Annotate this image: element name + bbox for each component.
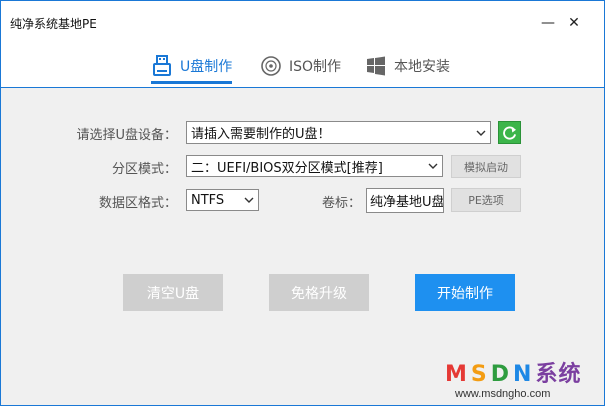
device-select[interactable]: 请插入需要制作的U盘！ (186, 121, 491, 144)
simulate-boot-button[interactable]: 模拟启动 (451, 155, 521, 178)
logo-letter-m: M (445, 362, 471, 387)
volume-label: 卷标： (321, 196, 361, 211)
disc-icon (260, 55, 282, 77)
logo-letter-d: D (490, 362, 514, 387)
pe-options-button[interactable]: PE选项 (451, 188, 521, 212)
usb-icon (151, 55, 173, 77)
chevron-down-icon (424, 156, 442, 176)
chevron-down-icon (240, 190, 258, 210)
upgrade-without-format-button[interactable]: 免格升级 (269, 274, 369, 311)
logo-letter-n: N (513, 362, 536, 387)
tab-local-install[interactable]: 本地安装 (365, 51, 450, 81)
close-button[interactable]: ✕ (564, 13, 584, 33)
clear-usb-button[interactable]: 清空U盘 (123, 274, 223, 311)
tab-usb-make-label: U盘制作 (180, 59, 233, 75)
data-format-value: NTFS (191, 192, 225, 208)
window-title: 纯净系统基地PE (10, 17, 97, 31)
logo-letter-s: S (470, 362, 491, 387)
partition-mode-value: 二：UEFI/BIOS双分区模式[推荐] (191, 160, 383, 176)
refresh-icon (503, 126, 517, 140)
data-format-select[interactable]: NTFS (186, 189, 259, 211)
volume-label-input[interactable]: 纯净基地U盘 (366, 188, 444, 213)
app-window: 纯净系统基地PE — ✕ U盘制作 ISO制作 本地安装 请选择U盘设备： 请插… (0, 0, 605, 406)
tab-iso-make-label: ISO制作 (289, 59, 342, 75)
device-select-value: 请插入需要制作的U盘！ (191, 127, 331, 142)
partition-label: 分区模式： (111, 162, 177, 177)
logo-text-system: 系统 (535, 362, 582, 387)
msdn-logo: MSDN系统 (445, 356, 581, 388)
minimize-button[interactable]: — (538, 13, 558, 33)
refresh-button[interactable] (498, 121, 521, 144)
logo-url: www.msdngho.com (455, 388, 551, 400)
tab-local-install-label: 本地安装 (394, 59, 450, 75)
data-format-label: 数据区格式： (98, 196, 177, 211)
partition-mode-select[interactable]: 二：UEFI/BIOS双分区模式[推荐] (186, 155, 443, 177)
usb-make-panel: 请选择U盘设备： 请插入需要制作的U盘！ 分区模式： 二：UEFI/BIOS双分… (1, 87, 604, 405)
tab-bar: U盘制作 ISO制作 本地安装 (1, 45, 604, 87)
chevron-down-icon (472, 122, 490, 143)
tab-usb-make[interactable]: U盘制作 (151, 51, 233, 84)
device-label: 请选择U盘设备： (76, 128, 177, 143)
windows-icon (365, 55, 387, 77)
tab-iso-make[interactable]: ISO制作 (260, 51, 341, 81)
title-bar: 纯净系统基地PE — ✕ (1, 1, 604, 45)
start-make-button[interactable]: 开始制作 (415, 274, 515, 311)
